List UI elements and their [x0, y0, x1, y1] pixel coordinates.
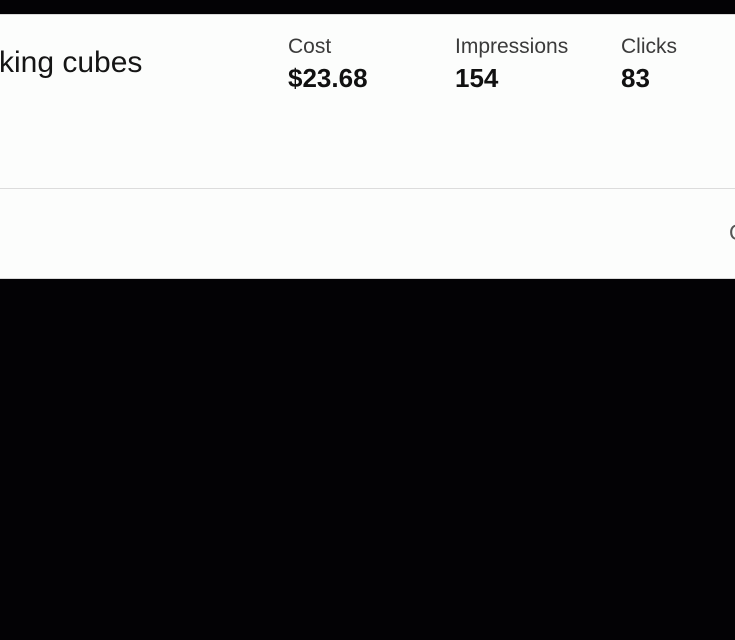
metric-cost-label: Cost — [288, 35, 332, 58]
campaign-name: cking cubes — [0, 46, 143, 79]
metric-impressions-value: 154 — [455, 63, 499, 93]
metric-cost-value: $23.68 — [288, 63, 368, 93]
metric-impressions: Impressions 154 — [455, 34, 568, 94]
metric-clicks-label: Clicks — [621, 35, 677, 58]
campaign-summary-card: cking cubes Cost $23.68 Impressions 154 … — [0, 14, 735, 279]
metric-cost: Cost $23.68 — [288, 34, 368, 94]
footer-action-button[interactable]: C — [729, 220, 735, 246]
campaign-summary-footer: C — [0, 189, 735, 278]
metric-clicks-value: 83 — [621, 63, 650, 93]
metric-clicks: Clicks 83 — [621, 34, 677, 94]
campaign-summary-header: cking cubes Cost $23.68 Impressions 154 … — [0, 15, 735, 189]
metric-impressions-label: Impressions — [455, 35, 569, 58]
